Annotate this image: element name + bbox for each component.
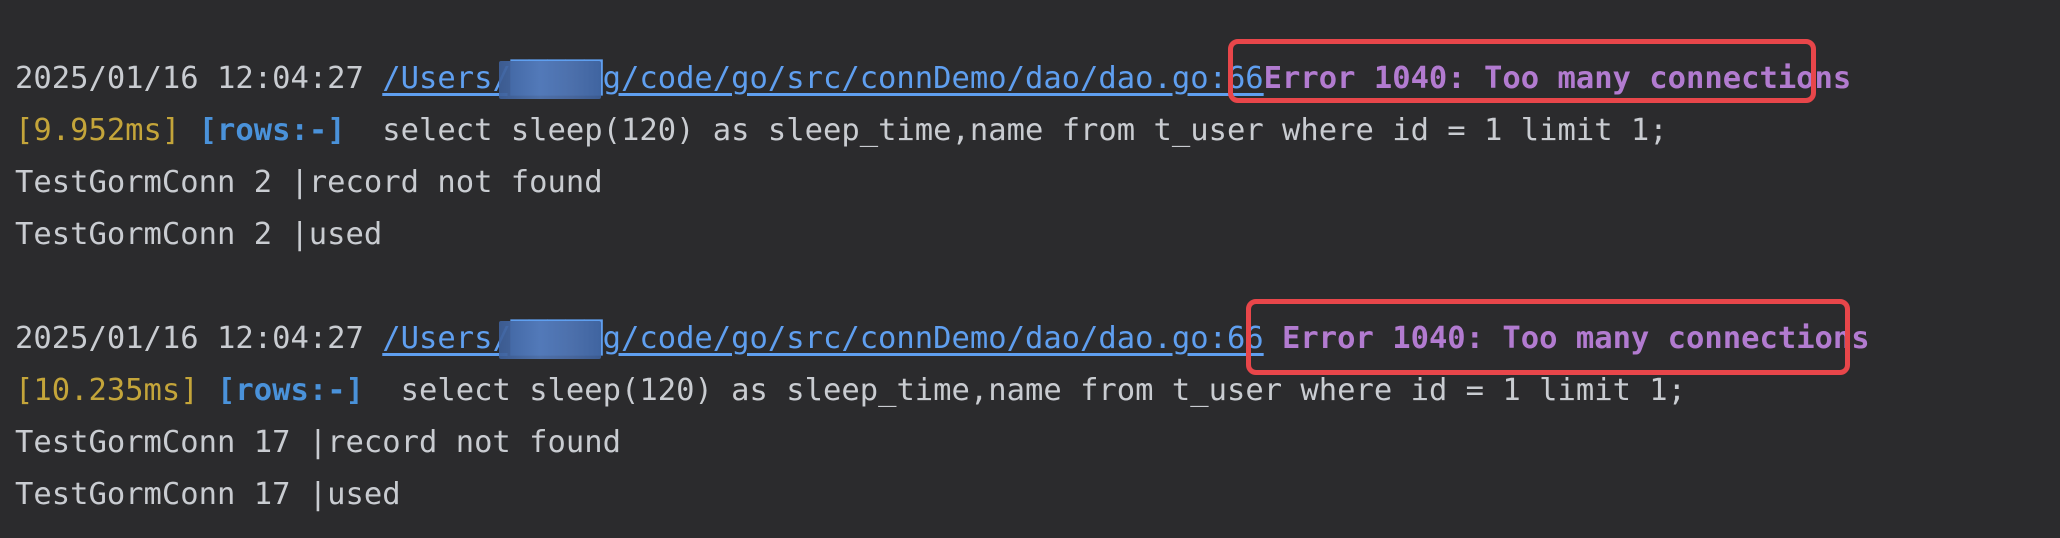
redaction-blur [499,321,601,359]
log-header-line: 2025/01/16 12:04:27 /Users/█████g/code/g… [15,53,2045,105]
sql-statement: select sleep(120) as sleep_time,name fro… [382,113,1668,148]
log-message: TestGormConn 2 |used [15,209,2045,261]
query-duration: [9.952ms] [15,113,181,148]
console-output: 2025/01/16 12:04:27 /Users/█████g/code/g… [15,0,2045,512]
log-entry: 2025/01/16 12:04:27 /Users/█████g/code/g… [15,313,2045,521]
sql-statement: select sleep(120) as sleep_time,name fro… [400,373,1687,408]
log-timestamp: 2025/01/16 12:04:27 [15,321,364,356]
log-message: TestGormConn 17 |used [15,469,2045,521]
log-entry: 2025/01/16 12:04:27 /Users/█████g/code/g… [15,53,2045,261]
log-message: TestGormConn 2 |record not found [15,157,2045,209]
message-text: TestGormConn 17 |used [15,477,401,512]
message-text: TestGormConn 17 |record not found [15,425,621,460]
redaction-blur [499,61,601,99]
log-message: TestGormConn 17 |record not found [15,417,2045,469]
message-text: TestGormConn 2 |record not found [15,165,603,200]
query-duration: [10.235ms] [15,373,199,408]
rows-affected: [rows:-] [217,373,364,408]
sql-line: [10.235ms] [rows:-] select sleep(120) as… [15,365,2045,417]
rows-affected: [rows:-] [198,113,346,148]
message-text: TestGormConn 2 |used [15,217,383,252]
error-message: Error 1040: Too many connections [1263,61,1852,96]
sql-line: [9.952ms] [rows:-] select sleep(120) as … [15,105,2045,157]
log-timestamp: 2025/01/16 12:04:27 [15,61,364,96]
error-message: Error 1040: Too many connections [1282,321,1870,356]
log-header-line: 2025/01/16 12:04:27 /Users/█████g/code/g… [15,313,2045,365]
